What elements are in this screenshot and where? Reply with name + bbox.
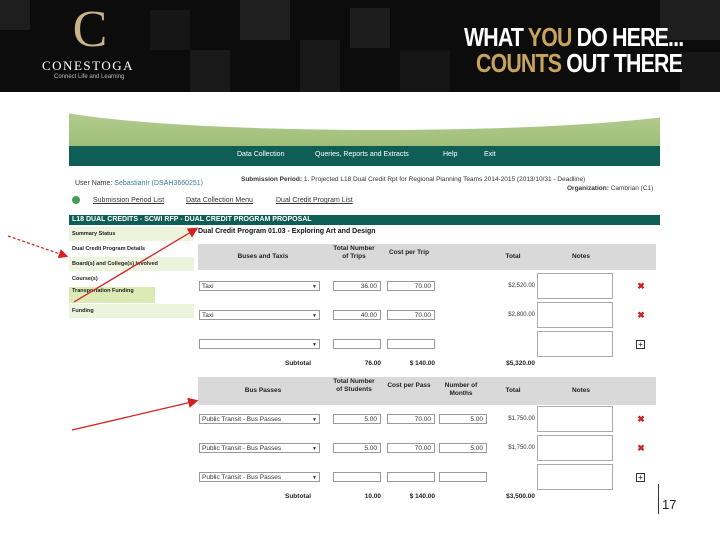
page-divider (658, 484, 659, 514)
annotation-arrows (7, 227, 199, 431)
dashed-arrow (7, 235, 69, 259)
arrow-to-bus-section (71, 397, 199, 431)
arrow-to-taxi-section (73, 227, 199, 303)
page-number: 17 (662, 497, 677, 512)
